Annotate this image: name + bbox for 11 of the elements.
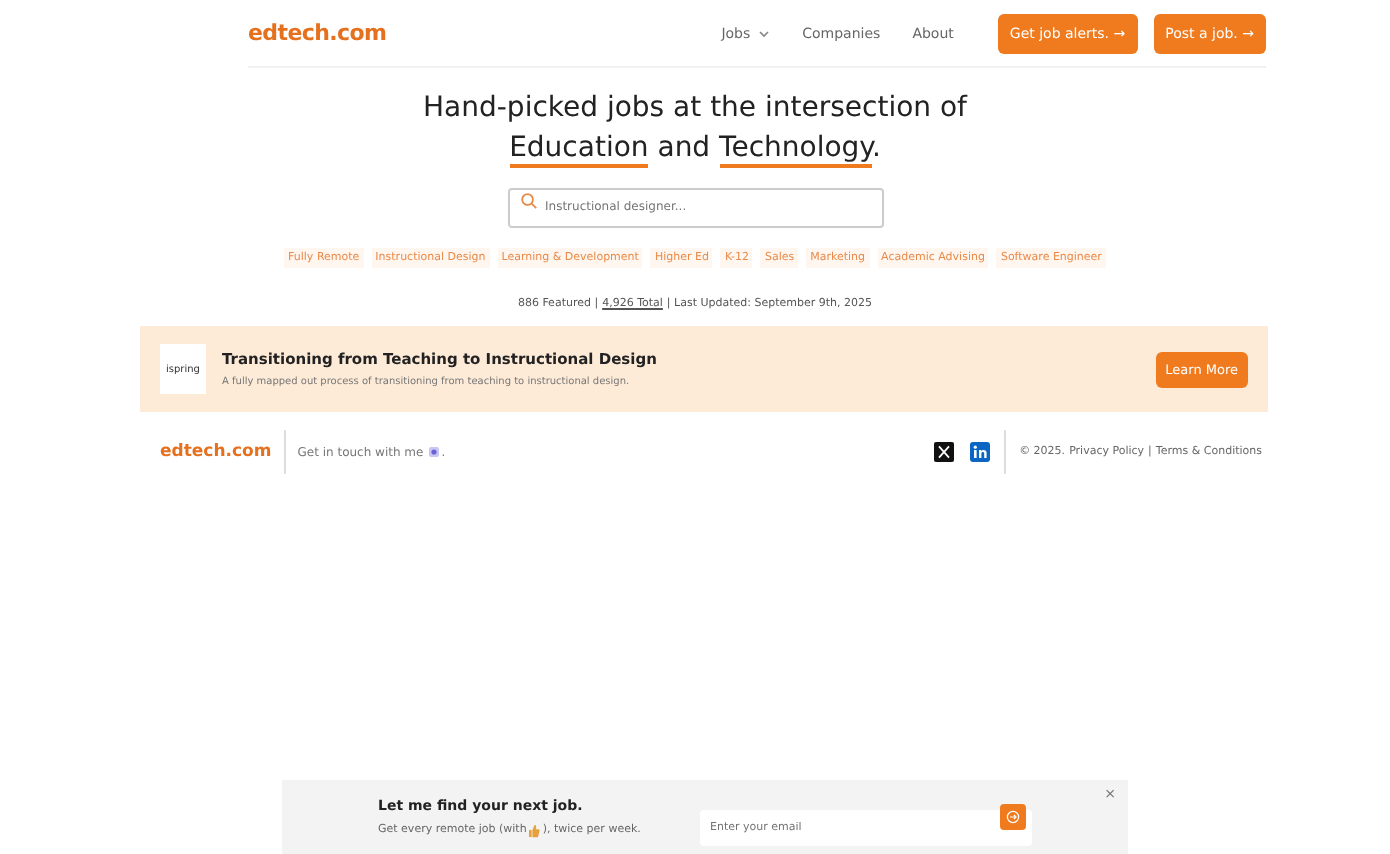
linkedin-icon[interactable] bbox=[969, 442, 990, 462]
site-logo[interactable]: edtech.com bbox=[248, 20, 387, 46]
x-logo-icon[interactable] bbox=[933, 442, 954, 462]
chevron-down-icon bbox=[758, 29, 771, 37]
search-icon bbox=[519, 191, 537, 209]
submit-button[interactable] bbox=[1000, 804, 1026, 830]
thumbs-up-icon bbox=[528, 823, 541, 837]
arrow-circle-icon bbox=[1006, 810, 1020, 824]
footer-logo[interactable]: edtech.com bbox=[160, 430, 286, 474]
hero-heading: Hand-picked jobs at the intersection of Education and Technology. bbox=[421, 90, 970, 168]
wave-icon bbox=[427, 446, 440, 458]
